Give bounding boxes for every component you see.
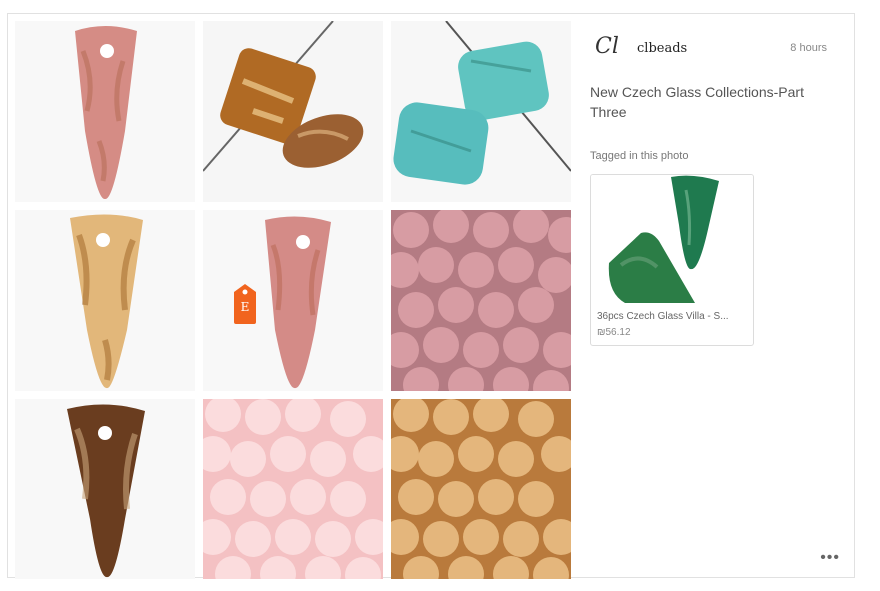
post-sidebar: Cl clbeads 8 hours New Czech Glass Colle… [590, 14, 850, 577]
post-time: 8 hours [790, 42, 827, 54]
shop-logo[interactable]: Cl [595, 34, 619, 59]
tagged-label: Tagged in this photo [590, 150, 689, 162]
tagged-product-name[interactable]: 36pcs Czech Glass Villa - S... [597, 311, 747, 322]
photo-amber-round-beads[interactable] [391, 399, 571, 579]
more-options-icon[interactable]: ••• [820, 549, 840, 567]
photo-light-pink-round-beads[interactable] [203, 399, 383, 579]
photo-amber-rectangle-beads[interactable] [203, 21, 383, 202]
tagged-product-image[interactable] [591, 175, 753, 305]
tagged-product-price: ₪56.12 [597, 327, 631, 338]
photo-beige-spike-bead[interactable] [15, 210, 195, 391]
photo-pink-spike-bead[interactable] [15, 21, 195, 202]
shop-name[interactable]: clbeads [637, 41, 687, 56]
post-card: E Cl clbeads 8 hours New Czech Glass Col… [7, 13, 855, 579]
photo-brown-spike-bead[interactable] [15, 399, 195, 579]
etsy-tag-letter: E [240, 300, 250, 314]
photo-pink-round-beads[interactable] [391, 210, 571, 391]
etsy-tag-icon[interactable]: E [230, 284, 260, 324]
tagged-product-card[interactable]: 36pcs Czech Glass Villa - S... ₪56.12 [590, 174, 754, 346]
photo-grid[interactable]: E [15, 21, 572, 579]
photo-turquoise-rectangle-beads[interactable] [391, 21, 571, 202]
post-title: New Czech Glass Collections-Part Three [590, 84, 804, 120]
